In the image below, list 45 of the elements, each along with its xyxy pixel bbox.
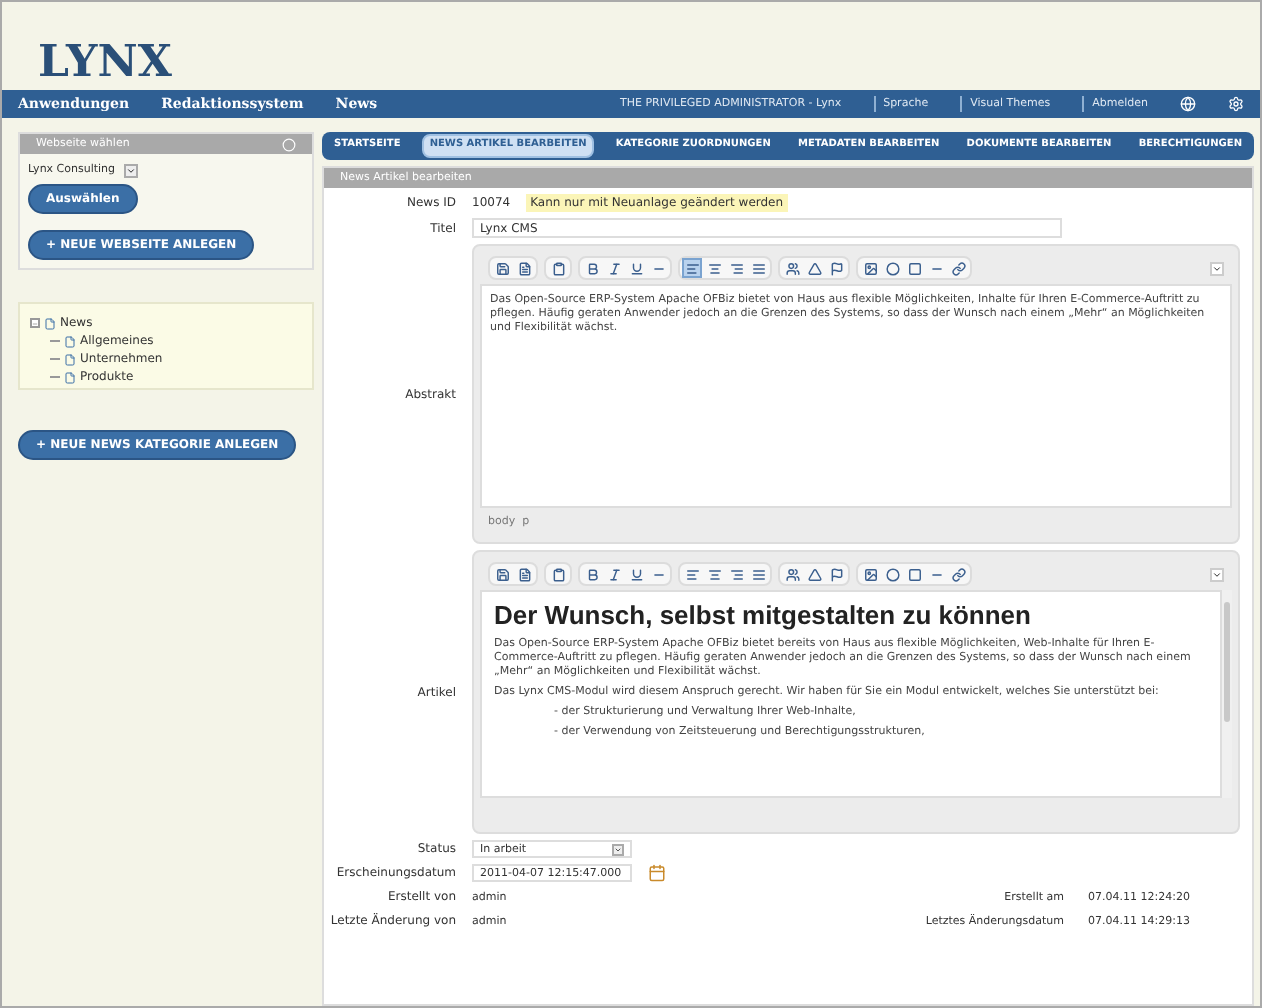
align-justify-icon[interactable] <box>748 258 768 278</box>
tree-toggle-icon[interactable] <box>30 318 40 329</box>
underline-icon[interactable] <box>626 258 646 278</box>
people-icon[interactable] <box>782 258 802 278</box>
article-heading: Der Wunsch, selbst mitgestalten zu können <box>494 600 1033 633</box>
align-center-icon[interactable] <box>704 258 724 278</box>
people-icon[interactable] <box>782 564 802 585</box>
scrollbar[interactable] <box>1222 590 1232 799</box>
triangle-icon[interactable] <box>804 564 824 585</box>
italic-icon[interactable] <box>604 258 624 278</box>
dropdown-icon[interactable] <box>612 843 624 856</box>
clipboard-icon[interactable] <box>548 258 568 278</box>
page-icon <box>64 335 76 348</box>
globe-icon[interactable] <box>1180 96 1196 112</box>
circle-icon[interactable] <box>882 564 902 585</box>
italic-icon[interactable] <box>604 564 624 585</box>
editor-content[interactable] <box>480 590 1222 799</box>
align-justify-icon[interactable] <box>748 564 768 585</box>
underline-icon[interactable] <box>626 564 646 585</box>
table-icon[interactable] <box>904 258 924 278</box>
save-icon[interactable] <box>492 564 512 585</box>
document-icon[interactable] <box>514 564 534 585</box>
settings-icon[interactable] <box>1228 96 1244 112</box>
align-left-icon[interactable] <box>682 564 702 585</box>
image-icon[interactable] <box>860 564 880 585</box>
page-icon <box>64 353 76 366</box>
flag-icon[interactable] <box>826 564 846 585</box>
document-icon[interactable] <box>514 258 534 278</box>
page-icon <box>44 317 56 330</box>
link-icon[interactable] <box>948 564 968 585</box>
clipboard-icon[interactable] <box>548 564 568 585</box>
circle-icon[interactable] <box>882 258 902 278</box>
calendar-icon[interactable] <box>648 864 666 883</box>
save-icon[interactable] <box>492 258 512 278</box>
align-center-icon[interactable] <box>704 564 724 585</box>
table-icon[interactable] <box>904 564 924 585</box>
triangle-icon[interactable] <box>804 258 824 278</box>
page-icon <box>64 371 76 384</box>
logo[interactable]: LYNX <box>38 40 172 84</box>
image-icon[interactable] <box>860 258 880 278</box>
flag-icon[interactable] <box>826 258 846 278</box>
align-left-icon[interactable] <box>682 258 702 278</box>
link-icon[interactable] <box>948 258 968 278</box>
align-right-icon[interactable] <box>726 258 746 278</box>
align-right-icon[interactable] <box>726 564 746 585</box>
